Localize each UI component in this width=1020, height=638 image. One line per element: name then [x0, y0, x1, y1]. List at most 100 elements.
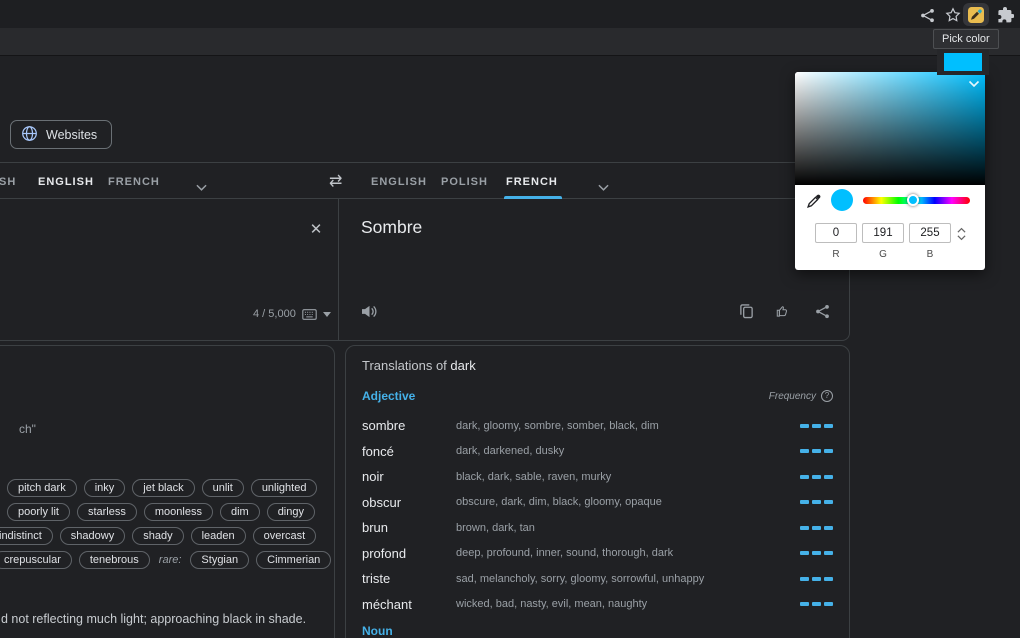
frequency-label: Frequency ?: [769, 390, 833, 402]
green-channel-label: G: [862, 249, 904, 260]
next-part-of-speech-label: Noun: [362, 624, 833, 638]
frequency-bars: [800, 526, 833, 530]
character-count-row: 4 / 5,000: [253, 305, 331, 323]
synonym-chip[interactable]: overcast: [253, 527, 317, 545]
synonym-chip[interactable]: Cimmerian: [256, 551, 331, 569]
blue-channel-input[interactable]: [909, 223, 951, 243]
keyboard-icon[interactable]: [302, 305, 317, 323]
synonym-chip[interactable]: inky: [84, 479, 126, 497]
frequency-bars: [800, 602, 833, 606]
chip-row: pitch dark inky jet black unlit unlighte…: [7, 479, 328, 497]
example-quote-fragment: ch": [19, 422, 36, 436]
translation-glosses: wicked, bad, nasty, evil, mean, naughty: [456, 598, 800, 610]
synonym-chip[interactable]: crepuscular: [0, 551, 72, 569]
chip-row: crepuscular tenebrous rare: Stygian Cimm…: [0, 551, 328, 569]
translations-title: Translations of dark: [362, 358, 833, 373]
translation-row[interactable]: sombredark, gloomy, sombre, somber, blac…: [362, 413, 833, 439]
hue-slider-thumb[interactable]: [907, 194, 919, 206]
translation-row[interactable]: foncédark, darkened, dusky: [362, 439, 833, 465]
synonym-chip[interactable]: starless: [77, 503, 137, 521]
target-tab-polish[interactable]: POLISH: [441, 176, 488, 188]
synonym-chip[interactable]: jet black: [132, 479, 194, 497]
translation-word: triste: [362, 571, 456, 586]
translation-row[interactable]: profonddeep, profound, inner, sound, tho…: [362, 541, 833, 567]
translation-row[interactable]: tristesad, melancholy, sorry, gloomy, so…: [362, 566, 833, 592]
synonym-chip[interactable]: dingy: [267, 503, 315, 521]
character-count: 4 / 5,000: [253, 308, 296, 320]
rate-translation-icon[interactable]: [775, 302, 793, 320]
pick-color-tooltip: Pick color: [933, 29, 999, 49]
translation-word: brun: [362, 520, 456, 535]
translation-row[interactable]: brunbrown, dark, tan: [362, 515, 833, 541]
copy-translation-icon[interactable]: [737, 302, 755, 320]
globe-icon: [21, 125, 38, 145]
websites-label: Websites: [46, 128, 97, 142]
source-tab-fragment[interactable]: SH: [0, 176, 16, 188]
color-picker-panel: R G B: [795, 72, 985, 270]
eyedropper-icon[interactable]: [806, 192, 823, 214]
saturation-brightness-area[interactable]: [795, 72, 985, 185]
share-translation-icon[interactable]: [813, 302, 831, 320]
translation-row[interactable]: noirblack, dark, sable, raven, murky: [362, 464, 833, 490]
translation-word: méchant: [362, 597, 456, 612]
translation-row[interactable]: méchantwicked, bad, nasty, evil, mean, n…: [362, 592, 833, 618]
picker-controls-row: [795, 185, 985, 221]
share-icon[interactable]: [918, 6, 936, 24]
green-channel-input[interactable]: [862, 223, 904, 243]
synonym-chip[interactable]: leaden: [191, 527, 246, 545]
panel-divider: [338, 199, 339, 340]
synonym-chip[interactable]: dim: [220, 503, 260, 521]
translation-glosses: obscure, dark, dim, black, gloomy, opaqu…: [456, 496, 800, 508]
synonym-chip[interactable]: pitch dark: [7, 479, 77, 497]
target-tab-english[interactable]: ENGLISH: [371, 176, 427, 188]
translations-card: Translations of dark Adjective Frequency…: [345, 345, 850, 638]
definition-text-fragment: d not reflecting much light; approaching…: [1, 612, 306, 626]
active-tab-underline: [504, 196, 562, 199]
collapse-chevron-icon[interactable]: [968, 75, 980, 93]
frequency-bars: [800, 551, 833, 555]
websites-tab-button[interactable]: Websites: [10, 120, 112, 149]
translation-glosses: dark, gloomy, sombre, somber, black, dim: [456, 420, 800, 432]
synonym-chip[interactable]: unlit: [202, 479, 244, 497]
translation-glosses: black, dark, sable, raven, murky: [456, 471, 800, 483]
synonym-chip[interactable]: poorly lit: [7, 503, 70, 521]
translation-glosses: sad, melancholy, sorry, gloomy, sorrowfu…: [456, 573, 800, 585]
red-channel-label: R: [815, 249, 857, 260]
browser-toolbar: [0, 28, 1020, 56]
source-languages-chevron-icon[interactable]: [196, 178, 207, 196]
synonym-chip[interactable]: shadowy: [60, 527, 125, 545]
red-channel-input[interactable]: [815, 223, 857, 243]
translation-glosses: deep, profound, inner, sound, thorough, …: [456, 547, 800, 559]
swap-languages-icon[interactable]: ⇄: [329, 171, 342, 191]
target-tab-french[interactable]: FRENCH: [506, 176, 558, 188]
clear-source-icon[interactable]: ✕: [307, 221, 325, 239]
synonym-chip[interactable]: shady: [132, 527, 183, 545]
listen-translation-icon[interactable]: [360, 302, 378, 320]
source-tab-french[interactable]: FRENCH: [108, 176, 160, 188]
frequency-help-icon[interactable]: ?: [821, 390, 833, 402]
extension-popup: [937, 49, 989, 75]
frequency-bars: [800, 475, 833, 479]
synonym-chips: pitch dark inky jet black unlit unlighte…: [0, 479, 328, 575]
frequency-bars: [800, 500, 833, 504]
synonym-chip[interactable]: indistinct: [0, 527, 53, 545]
translation-glosses: dark, darkened, dusky: [456, 445, 800, 457]
translations-header: Adjective Frequency ?: [362, 389, 833, 403]
extensions-puzzle-icon[interactable]: [997, 6, 1015, 24]
translations-title-word: dark: [450, 358, 475, 373]
translation-row[interactable]: obscurobscure, dark, dim, black, gloomy,…: [362, 490, 833, 516]
synonym-chip[interactable]: tenebrous: [79, 551, 150, 569]
target-languages-chevron-icon[interactable]: [598, 178, 609, 196]
synonym-chip[interactable]: unlighted: [251, 479, 318, 497]
colorpick-extension-icon[interactable]: [967, 6, 985, 24]
input-tools-caret-icon[interactable]: [323, 305, 331, 323]
synonym-chip[interactable]: moonless: [144, 503, 213, 521]
translation-result: Sombre: [361, 217, 422, 238]
color-format-toggle-icon[interactable]: [957, 227, 966, 246]
definitions-card: ch" pitch dark inky jet black unlit unli…: [0, 345, 335, 638]
source-tab-english[interactable]: ENGLISH: [38, 176, 94, 188]
bookmark-star-icon[interactable]: [944, 6, 962, 24]
frequency-bars: [800, 424, 833, 428]
chip-row: poorly lit starless moonless dim dingy: [7, 503, 328, 521]
synonym-chip[interactable]: Stygian: [190, 551, 249, 569]
